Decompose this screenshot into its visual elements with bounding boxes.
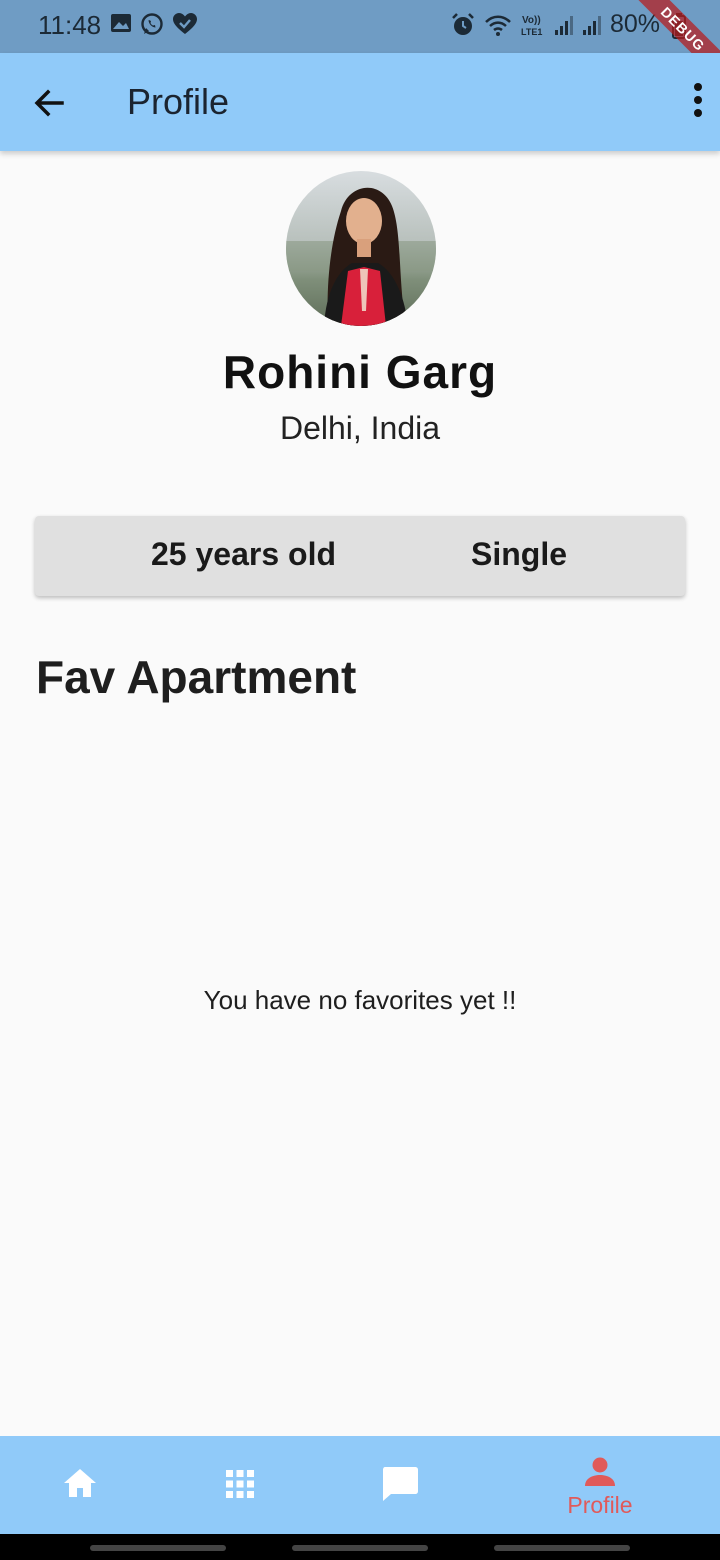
back-button[interactable] [28,83,72,123]
image-icon [111,14,131,32]
app-bar: Profile [0,53,720,151]
nav-item-profile-label: Profile [567,1492,633,1518]
system-navigation-bar [0,1534,720,1560]
page-title: Profile [127,81,230,122]
nav-item-profile[interactable]: Profile [520,1436,680,1534]
home-icon [64,1469,96,1497]
profile-name: Rohini Garg [222,346,498,398]
back-gesture-handle[interactable] [494,1545,630,1551]
person-icon [585,1457,615,1486]
more-options-button[interactable] [688,79,708,125]
volte-icon: Vo))LTE1 [521,15,542,37]
notification-icons [110,12,198,36]
signal-icon [582,15,601,35]
status-bar: 11:48 Vo)) LTE1 80% DEBUG [0,0,720,90]
relationship-status-label: Single [471,536,568,572]
system-icons: Vo)) LTE1 80% [450,10,660,39]
section-title-fav-apartment: Fav Apartment [36,651,357,703]
svg-text:Vo)): Vo)) [522,15,541,26]
status-time: 11:48 [38,10,102,40]
home-gesture-handle[interactable] [292,1545,428,1551]
arrow-back-icon [34,89,64,117]
nav-item-chat[interactable] [320,1436,480,1534]
chat-icon [383,1467,418,1501]
profile-location: Delhi, India [279,410,441,446]
wifi-icon [485,15,511,36]
more-vert-icon [694,83,702,117]
nav-item-home[interactable] [0,1436,160,1534]
nav-item-apps[interactable] [160,1436,320,1534]
svg-text:LTE1: LTE1 [521,27,542,37]
empty-favorites-message: You have no favorites yet !! [203,985,517,1015]
apps-grid-icon [226,1470,254,1498]
recents-gesture-handle[interactable] [90,1545,226,1551]
bottom-navigation: Profile [0,1436,720,1534]
profile-info-card: 25 years old Single [35,516,685,596]
signal-icon [554,15,573,35]
whatsapp-icon [141,13,163,35]
profile-avatar [286,171,436,326]
age-label: 25 years old [151,536,336,572]
alarm-icon [452,12,474,35]
heart-check-icon [173,13,197,34]
